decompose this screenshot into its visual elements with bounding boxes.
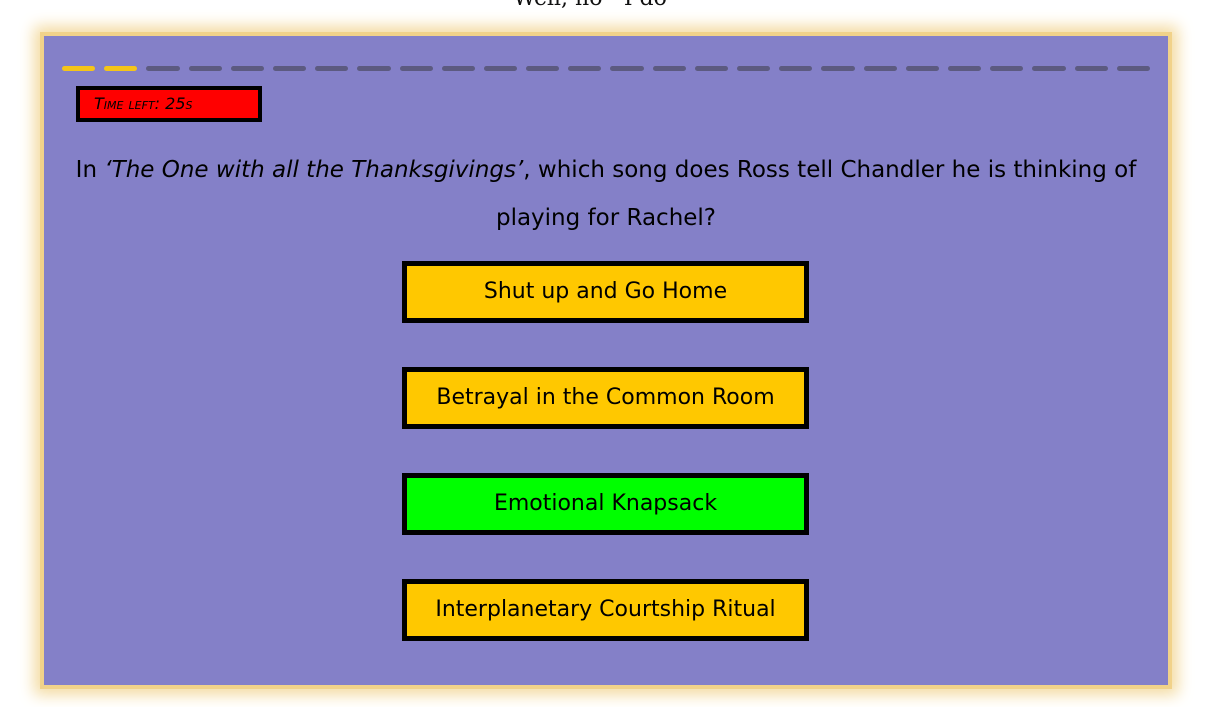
progress-segment — [399, 66, 433, 71]
progress-segment — [526, 66, 560, 71]
progress-segment — [441, 66, 475, 71]
progress-segment — [863, 66, 897, 71]
answer-button-2[interactable]: Betrayal in the Common Room — [402, 367, 809, 429]
progress-segment — [779, 66, 813, 71]
progress-segment — [947, 66, 982, 71]
time-left-badge: Time left: 25s — [76, 86, 262, 122]
progress-segment — [1032, 66, 1066, 71]
question-text: In ‘The One with all the Thanksgivings’,… — [64, 146, 1148, 242]
progress-bar — [62, 66, 1150, 72]
progress-segment — [610, 66, 644, 71]
progress-segment — [652, 66, 686, 71]
answer-button-4[interactable]: Interplanetary Courtship Ritual — [402, 579, 809, 641]
progress-segment — [315, 66, 349, 71]
progress-segment-complete — [104, 66, 138, 71]
progress-segment-complete — [62, 66, 96, 71]
progress-segment — [737, 66, 771, 71]
progress-segment — [1116, 66, 1150, 71]
progress-segment — [188, 66, 222, 71]
progress-segment — [1074, 66, 1108, 71]
progress-segment — [990, 66, 1024, 71]
question-suffix: , which song does Ross tell Chandler he … — [495, 157, 1137, 231]
progress-segment — [568, 66, 602, 71]
question-episode-title: ‘The One with all the Thanksgivings’ — [104, 157, 524, 183]
progress-segment — [230, 66, 264, 71]
progress-segment — [483, 66, 518, 71]
progress-segment — [694, 66, 728, 71]
question-prefix: In — [75, 157, 105, 183]
progress-segment — [357, 66, 391, 71]
progress-segment — [146, 66, 180, 71]
progress-segment — [272, 66, 307, 71]
answer-button-1[interactable]: Shut up and Go Home — [402, 261, 809, 323]
answer-button-3[interactable]: Emotional Knapsack — [402, 473, 809, 535]
progress-segment — [905, 66, 939, 71]
quiz-panel: Time left: 25s In ‘The One with all the … — [44, 36, 1168, 685]
top-clipped-text: Well, no - I do not… — [490, 0, 690, 10]
progress-segment — [821, 66, 855, 71]
